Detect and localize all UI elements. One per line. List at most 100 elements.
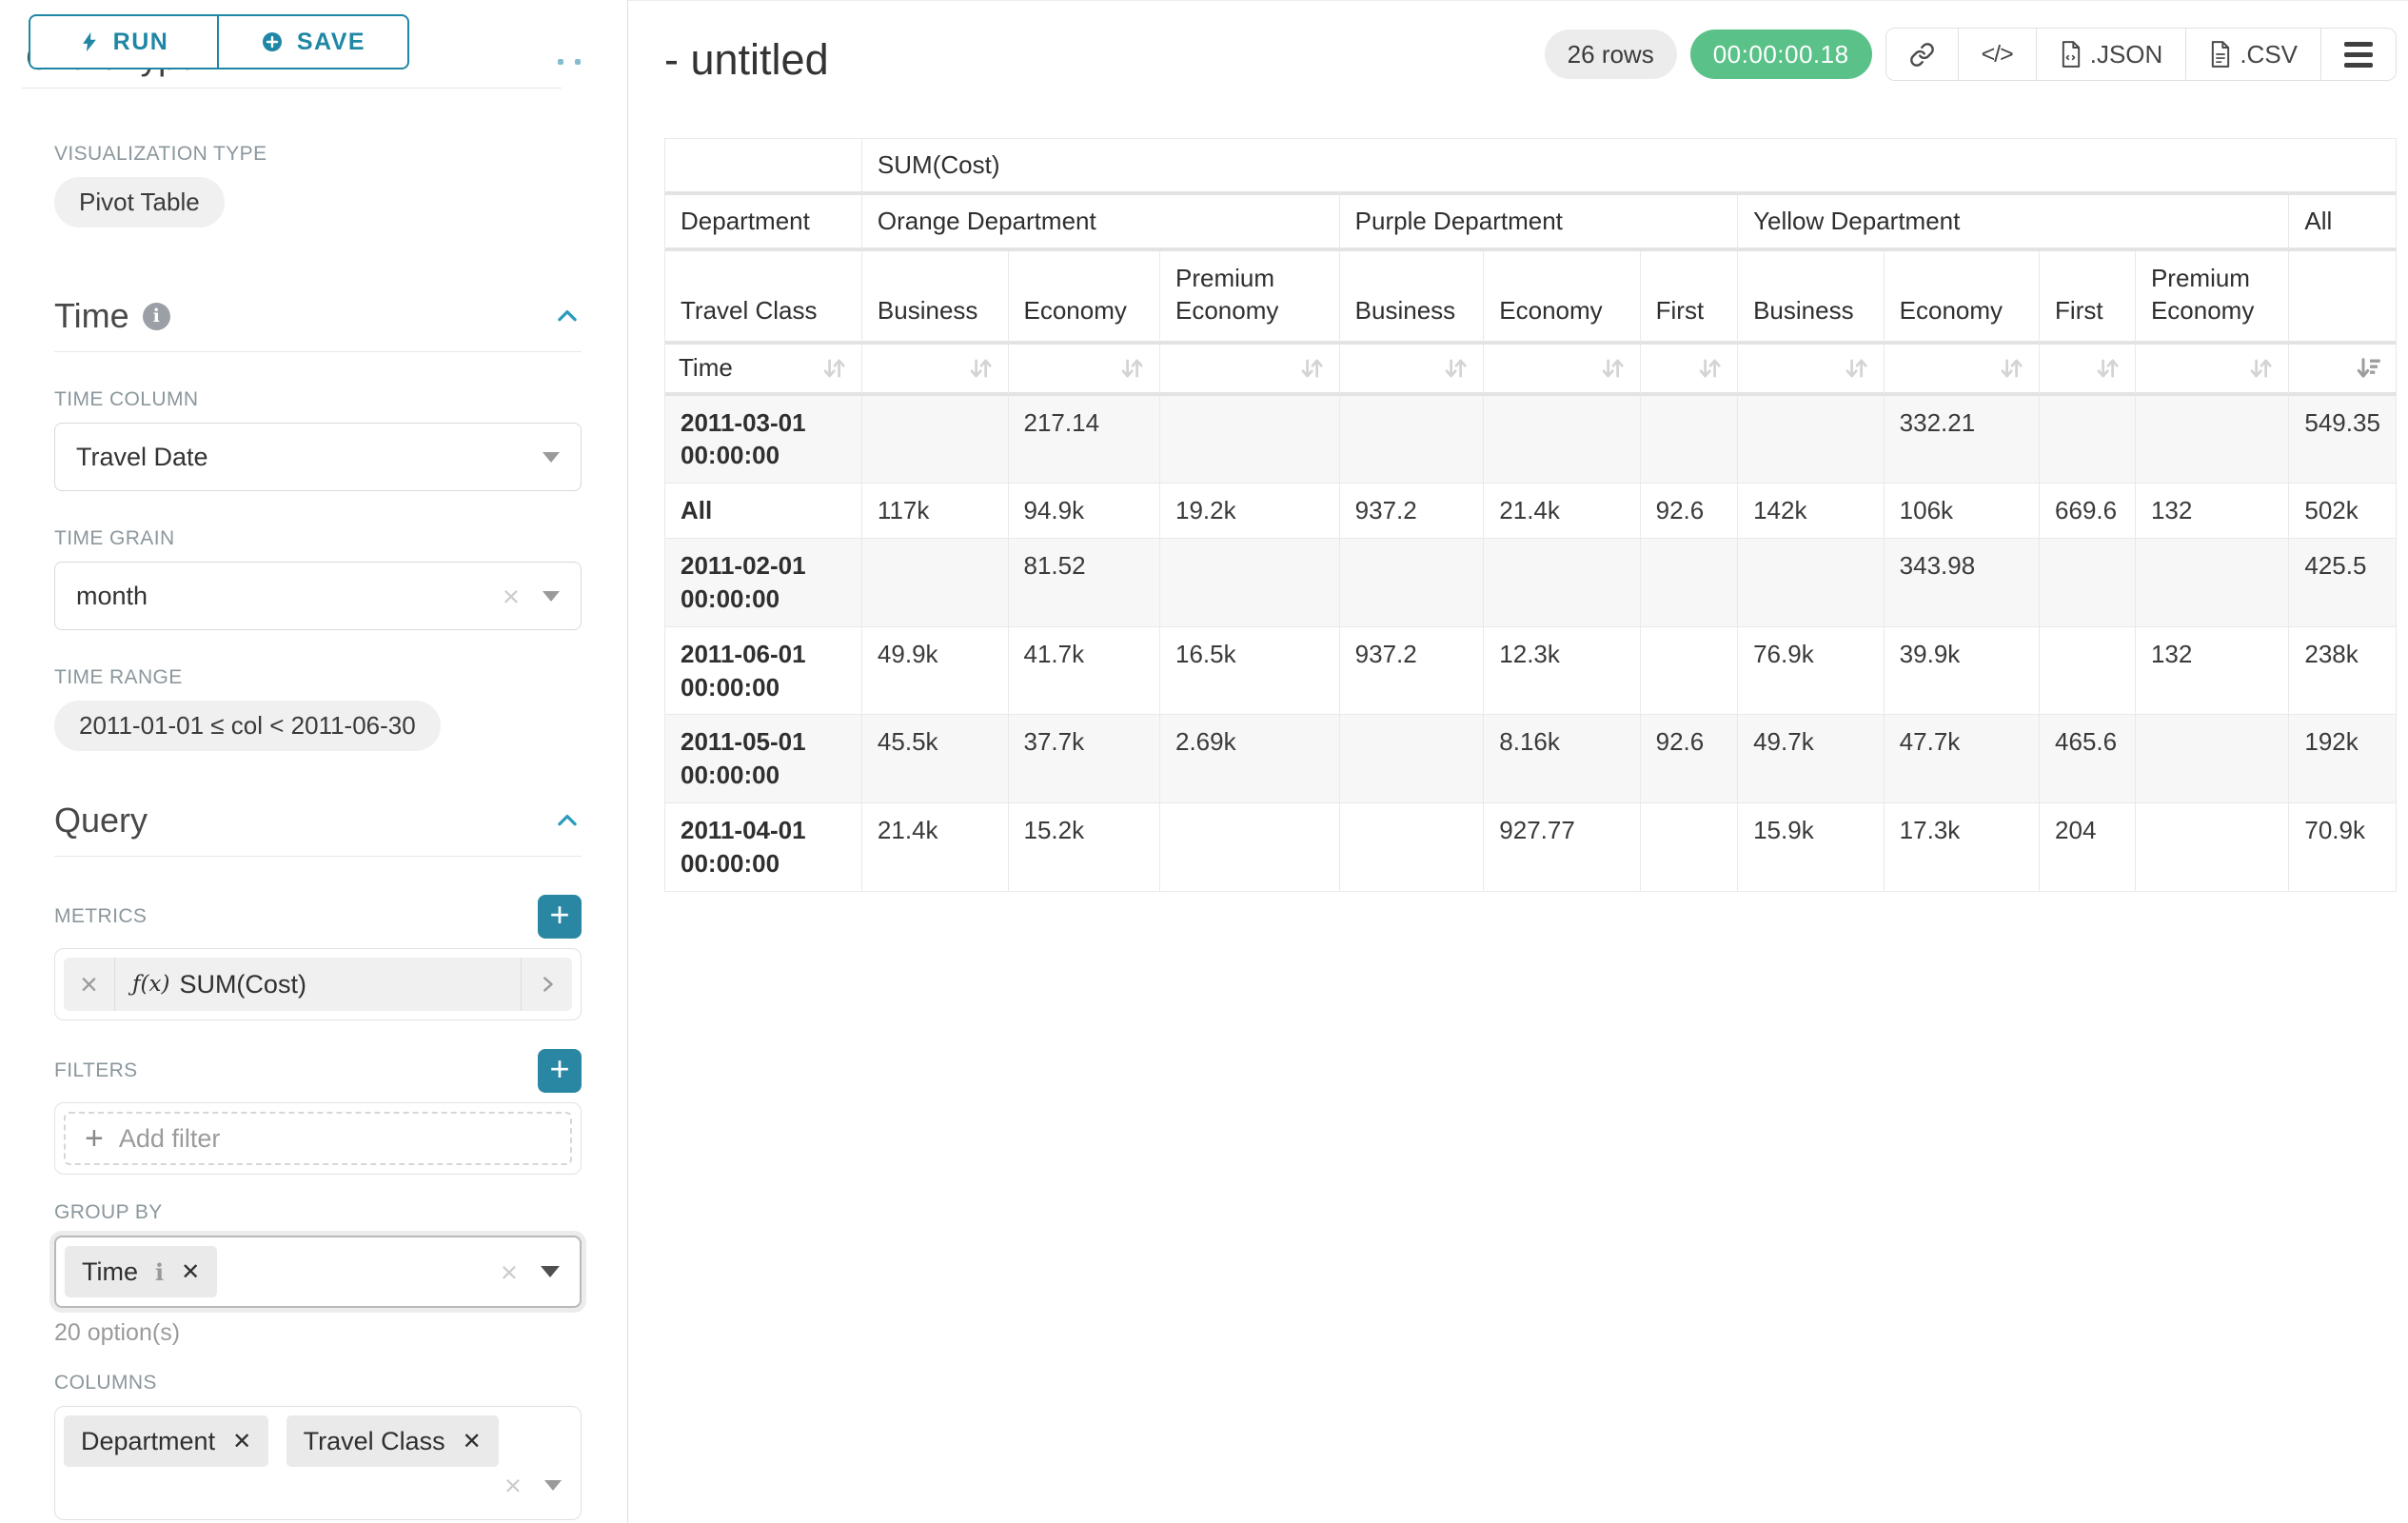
view-query-button[interactable]: </> (1959, 29, 2037, 80)
add-filter-plus-button[interactable]: + (538, 1049, 582, 1093)
sort-header[interactable] (2040, 345, 2136, 396)
column-header: Business (1340, 251, 1485, 345)
metric-chip[interactable]: × ƒ(x) SUM(Cost) (64, 958, 572, 1011)
sort-header[interactable] (862, 345, 1009, 396)
export-csv-button[interactable]: .CSV (2186, 29, 2321, 80)
sort-unsorted-icon (819, 354, 848, 383)
pivot-cell: 549.35 (2289, 396, 2397, 485)
chart-header-actions: 26 rows 00:00:00.18 </> .JSON .CSV (1545, 28, 2397, 81)
column-header: Premium Economy (1160, 251, 1340, 345)
run-button[interactable]: RUN (29, 14, 219, 69)
time-grain-select[interactable]: month × (54, 562, 582, 630)
pivot-cell: 21.4k (1484, 484, 1640, 539)
pivot-cell (1738, 539, 1885, 627)
column-header: Business (862, 251, 1009, 345)
plus-icon: + (85, 1122, 104, 1155)
pivot-cell: 343.98 (1885, 539, 2040, 627)
remove-tag-icon[interactable]: ✕ (232, 1428, 251, 1455)
pivot-cell: 2.69k (1160, 715, 1340, 803)
remove-tag-icon[interactable]: ✕ (463, 1428, 482, 1455)
pivot-cell: 12.3k (1484, 627, 1640, 716)
section-chevron-clipped (575, 59, 581, 65)
clear-icon[interactable]: × (504, 1471, 522, 1500)
pivot-cell: 19.2k (1160, 484, 1340, 539)
pivot-cell: 132 (2136, 627, 2289, 716)
clear-icon[interactable]: × (501, 1257, 518, 1287)
pivot-cell: 937.2 (1340, 627, 1485, 716)
sort-unsorted-icon (1997, 354, 2025, 383)
columns-tag-travel-class: Travel Class ✕ (286, 1415, 499, 1467)
add-filter-button[interactable]: + Add filter (64, 1112, 572, 1165)
sort-unsorted-icon (1695, 354, 1724, 383)
filters-label: FILTERS (54, 1059, 138, 1082)
sort-header[interactable] (1738, 345, 1885, 396)
chevron-up-icon[interactable] (553, 302, 582, 330)
column-header: Business (1738, 251, 1885, 345)
add-metric-button[interactable]: + (538, 895, 582, 939)
plus-circle-icon (261, 30, 284, 53)
columns-select[interactable]: Department ✕ Travel Class ✕ × (54, 1406, 582, 1520)
pivot-cell: 15.2k (1009, 803, 1160, 892)
pivot-cell: 937.2 (1340, 484, 1485, 539)
sort-unsorted-icon (1117, 354, 1146, 383)
save-button[interactable]: SAVE (219, 14, 409, 69)
pivot-cell (1484, 539, 1640, 627)
export-button-group: </> .JSON .CSV (1885, 28, 2397, 81)
pivot-cell (1160, 539, 1340, 627)
column-header: Economy (1009, 251, 1160, 345)
info-icon: i (143, 303, 170, 330)
add-filter-placeholder: Add filter (119, 1124, 221, 1154)
time-grain-label: TIME GRAIN (54, 527, 582, 550)
pivot-cell: 238k (2289, 627, 2397, 716)
pivot-cell: 92.6 (1641, 715, 1738, 803)
time-column-select[interactable]: Travel Date (54, 423, 582, 491)
copy-link-button[interactable] (1886, 29, 1959, 80)
clear-icon[interactable]: × (503, 582, 520, 611)
sort-header[interactable] (1160, 345, 1340, 396)
pivot-cell: 47.7k (1885, 715, 2040, 803)
column-group-header: All (2289, 195, 2397, 251)
pivot-cell: 49.9k (862, 627, 1009, 716)
pivot-cell: 45.5k (862, 715, 1009, 803)
pivot-cell (1641, 627, 1738, 716)
sort-unsorted-icon (2093, 354, 2122, 383)
sort-header[interactable] (1641, 345, 1738, 396)
time-grain-value: month (76, 582, 503, 611)
pivot-cell: 81.52 (1009, 539, 1160, 627)
link-icon (1909, 42, 1935, 68)
pivot-row-label: All (665, 484, 862, 539)
sort-header[interactable] (1885, 345, 2040, 396)
export-json-button[interactable]: .JSON (2037, 29, 2187, 80)
menu-button[interactable] (2321, 29, 2396, 80)
chart-controls-sidebar: Chart Type RUN SAVE VISUALIZATION TYPE P… (0, 0, 628, 1523)
remove-tag-icon[interactable]: ✕ (181, 1258, 200, 1286)
sort-header[interactable] (1484, 345, 1640, 396)
pivot-cell (1738, 396, 1885, 485)
time-range-pill[interactable]: 2011-01-01 ≤ col < 2011-06-30 (54, 701, 441, 751)
pivot-cell: 669.6 (2040, 484, 2136, 539)
column-header (2289, 251, 2397, 345)
visualization-type-pill[interactable]: Pivot Table (54, 177, 225, 227)
sort-header[interactable] (2289, 345, 2397, 396)
expand-metric-icon[interactable] (521, 958, 572, 1011)
chevron-down-icon (543, 452, 560, 463)
column-header: Premium Economy (2136, 251, 2289, 345)
sort-header[interactable] (1009, 345, 1160, 396)
row-count-badge: 26 rows (1545, 30, 1677, 79)
remove-metric-icon[interactable]: × (64, 958, 115, 1011)
run-save-button-group: RUN SAVE (29, 14, 409, 69)
group-by-select[interactable]: Time i ✕ × (54, 1236, 582, 1308)
pivot-cell: 15.9k (1738, 803, 1885, 892)
sort-header[interactable] (2136, 345, 2289, 396)
chevron-down-icon (543, 591, 560, 602)
file-csv-icon (2209, 41, 2232, 68)
sort-header[interactable] (1340, 345, 1485, 396)
section-chevron-clipped (558, 59, 563, 65)
chevron-up-icon[interactable] (553, 806, 582, 835)
pivot-cell: 92.6 (1641, 484, 1738, 539)
time-section-header: Time i (54, 296, 582, 336)
pivot-cell: 117k (862, 484, 1009, 539)
pivot-cell: 94.9k (1009, 484, 1160, 539)
column-group-header: Yellow Department (1738, 195, 2289, 251)
sort-header-time[interactable]: Time (665, 345, 862, 396)
